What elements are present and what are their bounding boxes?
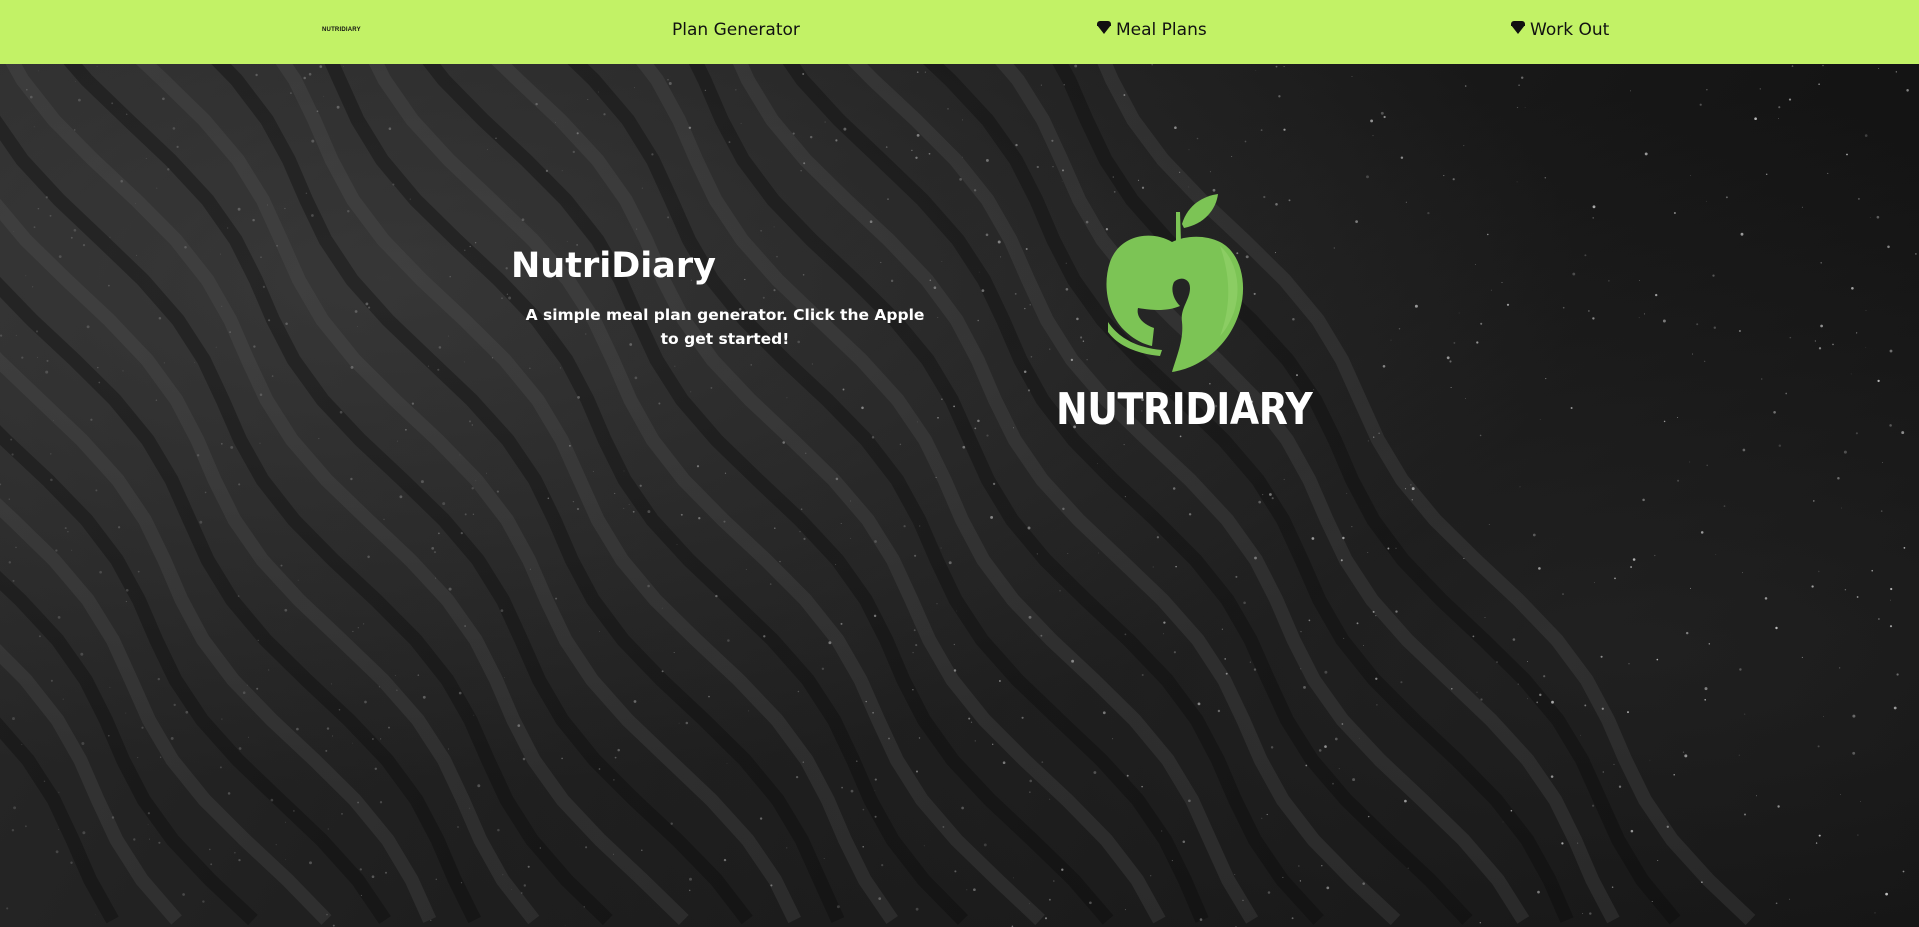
hero-title: NutriDiary [511, 246, 716, 286]
apple-logo-button[interactable] [1080, 190, 1260, 390]
nav-plan-generator[interactable]: Plan Generator [672, 20, 800, 40]
navbar-logo[interactable]: NUTRIDIARY [322, 27, 361, 33]
nav-work-out-label: Work Out [1530, 20, 1610, 40]
nav-plan-generator-label: Plan Generator [672, 20, 800, 40]
nav-meal-plans-label: Meal Plans [1116, 20, 1207, 40]
logo-wordmark: NUTRIDIARY [1056, 384, 1313, 435]
heart-dropdown-icon [1511, 21, 1525, 34]
nav-meal-plans[interactable]: Meal Plans [1097, 20, 1207, 40]
heart-dropdown-icon [1097, 21, 1111, 34]
top-navbar: NUTRIDIARY Plan Generator Meal Plans Wor… [0, 0, 1919, 64]
nav-work-out[interactable]: Work Out [1511, 20, 1609, 40]
hero-subtitle: A simple meal plan generator. Click the … [525, 306, 925, 348]
sand-background [0, 0, 1919, 927]
apple-icon [1106, 194, 1244, 372]
